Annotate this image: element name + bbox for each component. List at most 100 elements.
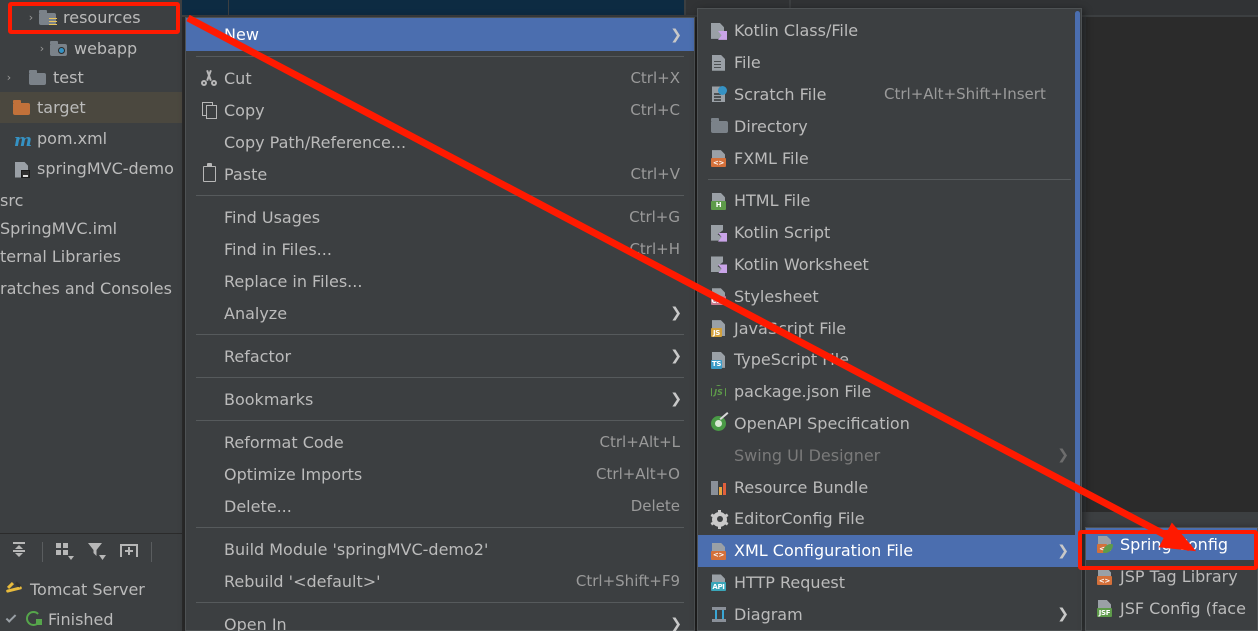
menu-item-directory[interactable]: Directory [698, 110, 1081, 142]
chevron-right-icon: ❯ [1057, 447, 1069, 464]
menu-item-find-usages[interactable]: Find Usages Ctrl+G [186, 201, 694, 233]
kotlin-worksheet-icon [708, 254, 734, 274]
menu-item-label: Paste [224, 164, 268, 184]
menu-item-delete[interactable]: Delete... Delete [186, 490, 694, 522]
menu-item-open-in[interactable]: Open In ❯ [186, 608, 694, 631]
menu-item-openapi-specification[interactable]: OpenAPI Specification [698, 408, 1081, 440]
copy-icon [198, 100, 224, 120]
tree-item-label: src [0, 191, 24, 210]
menu-item-analyze[interactable]: Analyze ❯ [186, 297, 694, 329]
menu-item-label: Open In [224, 614, 287, 631]
menu-item-xml-configuration-file[interactable]: <> XML Configuration File ❯ [698, 534, 1081, 567]
menu-separator [196, 420, 684, 421]
chevron-right-icon[interactable]: › [24, 12, 38, 23]
nav-bar-segment-2 [229, 0, 684, 15]
folder-orange-icon [12, 99, 32, 117]
tree-item-resources[interactable]: › resources [0, 2, 182, 33]
jsf-config-icon: JSF [1094, 598, 1120, 618]
group-by-icon[interactable] [53, 539, 81, 565]
tree-item-scratches-and-consoles[interactable]: ratches and Consoles [0, 273, 182, 304]
scratch-file-icon [708, 84, 734, 104]
menu-item-resource-bundle[interactable]: Resource Bundle [698, 471, 1081, 503]
menu-item-scratch-file[interactable]: Scratch File Ctrl+Alt+Shift+Insert [698, 79, 1081, 111]
menu-item-accelerator: Ctrl+G [629, 208, 680, 226]
menu-icon-placeholder [708, 445, 734, 465]
menu-item-stylesheet[interactable]: CSS Stylesheet [698, 280, 1081, 312]
menu-icon-placeholder [198, 132, 224, 152]
menu-item-html-file[interactable]: H HTML File [698, 185, 1081, 217]
menu-item-copy[interactable]: Copy Ctrl+C [186, 94, 694, 126]
menu-item-jsp-tag-library[interactable]: <> JSP Tag Library [1086, 560, 1257, 592]
javascript-file-icon: JS [708, 318, 734, 338]
menu-item-editorconfig-file[interactable]: EditorConfig File [698, 503, 1081, 535]
tree-item-springmvc-iml[interactable]: SpringMVC.iml [0, 213, 182, 244]
menu-item-label: Optimize Imports [224, 464, 363, 484]
diagram-icon [708, 604, 734, 624]
chevron-right-icon[interactable]: › [2, 72, 16, 83]
menu-item-label: Cut [224, 68, 252, 88]
menu-item-label: Find in Files... [224, 239, 332, 259]
menu-item-label: OpenAPI Specification [734, 413, 910, 433]
menu-item-javascript-file[interactable]: JS JavaScript File [698, 312, 1081, 344]
menu-item-label: EditorConfig File [734, 509, 865, 529]
menu-item-kotlin-script[interactable]: Kotlin Script [698, 217, 1081, 249]
menu-icon-placeholder [198, 432, 224, 452]
tree-item-pom-xml[interactable]: m pom.xml [0, 123, 182, 154]
collapse-all-icon[interactable] [8, 539, 36, 565]
chevron-right-icon: ❯ [670, 26, 682, 43]
kotlin-script-icon [708, 223, 734, 243]
toolbar-separator [42, 542, 43, 562]
tree-item-target[interactable]: target [0, 92, 182, 123]
menu-item-accelerator: Ctrl+Alt+O [596, 465, 680, 483]
menu-item-build-module[interactable]: Build Module 'springMVC-demo2' [186, 533, 694, 565]
menu-item-package-json-file[interactable]: JS package.json File [698, 376, 1081, 408]
add-tab-icon[interactable] [117, 539, 145, 565]
menu-item-copy-path-reference[interactable]: Copy Path/Reference... [186, 126, 694, 158]
stylesheet-icon: CSS [708, 286, 734, 306]
tree-item-src[interactable]: src [0, 185, 182, 216]
run-node-tomcat-server[interactable]: Tomcat Server [4, 579, 145, 599]
menu-item-spring-config[interactable]: < Spring Config [1086, 528, 1257, 560]
chevron-right-icon[interactable]: › [35, 43, 49, 54]
menu-item-new[interactable]: New ❯ [186, 18, 694, 51]
menu-item-replace-in-files[interactable]: Replace in Files... [186, 265, 694, 297]
menu-item-find-in-files[interactable]: Find in Files... Ctrl+H [186, 233, 694, 265]
menu-item-kotlin-worksheet[interactable]: Kotlin Worksheet [698, 249, 1081, 281]
menu-item-jsf-config[interactable]: JSF JSF Config (face [1086, 592, 1257, 624]
menu-item-accelerator: Delete [630, 497, 680, 515]
run-node-finished[interactable]: Finished [4, 609, 114, 629]
menu-separator [196, 195, 684, 196]
menu-item-label: Delete... [224, 496, 292, 516]
tree-item-test[interactable]: › test [0, 62, 182, 93]
menu-item-bookmarks[interactable]: Bookmarks ❯ [186, 383, 694, 415]
chevron-right-icon: ❯ [670, 348, 682, 364]
tree-item-springmvc-demo[interactable]: springMVC-demo [0, 153, 182, 184]
context-menu: New ❯ Cut Ctrl+X Copy Ctrl+C Copy Path/R… [185, 17, 695, 631]
menu-item-paste[interactable]: Paste Ctrl+V [186, 158, 694, 190]
menu-item-cut[interactable]: Cut Ctrl+X [186, 62, 694, 94]
menu-item-label: Rebuild '<default>' [224, 571, 381, 591]
tree-item-label: resources [63, 8, 141, 27]
submenu-scrollbar[interactable] [1075, 11, 1080, 551]
menu-item-label: JSF Config (face [1120, 598, 1246, 618]
jsp-tag-library-icon: <> [1094, 566, 1120, 586]
menu-item-typescript-file[interactable]: TS TypeScript File [698, 344, 1081, 376]
chevron-right-icon: ❯ [670, 391, 682, 407]
menu-item-optimize-imports[interactable]: Optimize Imports Ctrl+Alt+O [186, 458, 694, 490]
run-tool-window: Tomcat Server Finished [0, 497, 182, 631]
menu-item-label: Build Module 'springMVC-demo2' [224, 539, 489, 559]
menu-item-swing-ui-designer[interactable]: Swing UI Designer ❯ [698, 439, 1081, 471]
menu-item-file[interactable]: File [698, 47, 1081, 79]
menu-item-reformat-code[interactable]: Reformat Code Ctrl+Alt+L [186, 426, 694, 458]
tree-item-webapp[interactable]: › webapp [0, 33, 182, 64]
menu-item-http-request[interactable]: API HTTP Request [698, 567, 1081, 599]
menu-item-fxml-file[interactable]: <> FXML File [698, 142, 1081, 174]
tree-item-external-libraries[interactable]: ternal Libraries [0, 241, 182, 272]
menu-item-refactor[interactable]: Refactor ❯ [186, 340, 694, 372]
menu-item-rebuild[interactable]: Rebuild '<default>' Ctrl+Shift+F9 [186, 565, 694, 597]
menu-icon-placeholder [198, 271, 224, 291]
menu-item-diagram[interactable]: Diagram ❯ [698, 598, 1081, 630]
menu-item-label: Replace in Files... [224, 271, 363, 291]
filter-icon[interactable] [85, 539, 113, 565]
menu-item-kotlin-class-file[interactable]: Kotlin Class/File [698, 15, 1081, 47]
